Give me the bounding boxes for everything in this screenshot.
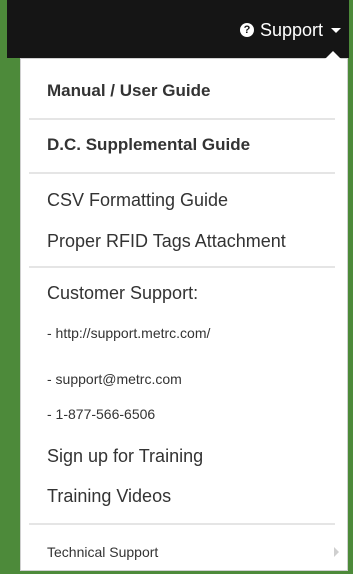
support-phone-link[interactable]: - 1-877-566-6506: [47, 406, 155, 422]
caret-down-icon: [331, 27, 341, 33]
sign-up-for-training-link[interactable]: Sign up for Training: [47, 446, 203, 467]
customer-support-heading: Customer Support:: [47, 283, 199, 303]
top-navbar: ? Support: [7, 0, 349, 58]
menu-divider: [29, 266, 335, 268]
technical-support-label: Technical Support: [47, 544, 159, 560]
support-label: Support: [259, 19, 323, 40]
csv-formatting-guide-link[interactable]: CSV Formatting Guide: [47, 190, 228, 211]
question-circle-icon: ?: [239, 23, 254, 37]
support-website-link[interactable]: - http://support.metrc.com/: [47, 325, 210, 341]
support-dropdown-menu: Manual / User Guide D.C. Supplemental Gu…: [20, 51, 348, 571]
manual-user-guide-link[interactable]: Manual / User Guide: [47, 81, 210, 101]
dc-supplemental-guide-link[interactable]: D.C. Supplemental Guide: [47, 135, 250, 155]
training-videos-link[interactable]: Training Videos: [47, 486, 171, 507]
rfid-tags-attachment-link[interactable]: Proper RFID Tags Attachment: [47, 231, 286, 252]
chevron-right-icon: [334, 547, 339, 557]
menu-pointer: [325, 51, 341, 59]
menu-divider: [29, 523, 335, 525]
support-email-link[interactable]: - support@metrc.com: [47, 371, 182, 387]
menu-divider: [29, 118, 335, 120]
menu-divider: [29, 172, 335, 174]
support-dropdown-toggle[interactable]: ? Support: [239, 18, 341, 42]
technical-support-submenu[interactable]: Technical Support: [47, 544, 343, 560]
page-frame: ? Support Manual / User Guide D.C. Suppl…: [0, 0, 353, 574]
